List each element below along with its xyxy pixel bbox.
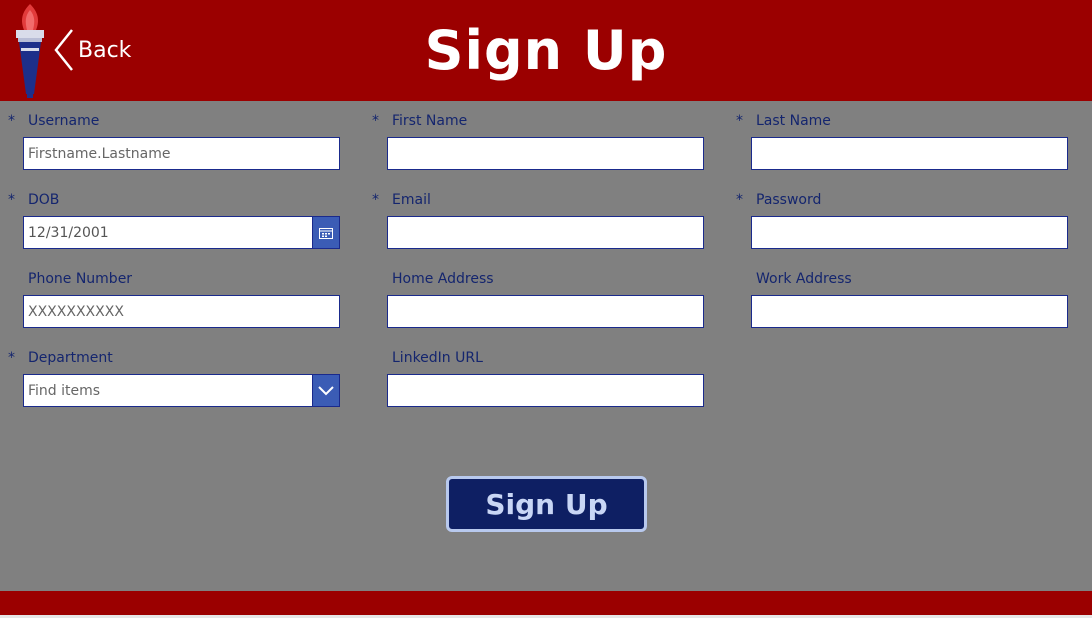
- home-address-input[interactable]: [387, 295, 704, 328]
- department-dropdown-button[interactable]: [312, 374, 340, 407]
- linkedin-label: LinkedIn URL: [392, 350, 483, 366]
- password-label: Password: [756, 192, 822, 208]
- department-combobox[interactable]: [23, 374, 314, 407]
- page-title: Sign Up: [424, 19, 668, 82]
- home-address-label: Home Address: [392, 271, 494, 287]
- username-label: Username: [28, 113, 100, 129]
- email-input[interactable]: [387, 216, 704, 249]
- calendar-icon: [319, 227, 333, 239]
- phone-label: Phone Number: [28, 271, 133, 287]
- required-marker: *: [372, 113, 379, 129]
- first-name-input[interactable]: [387, 137, 704, 170]
- footer-bar: [0, 591, 1092, 615]
- required-marker: *: [736, 192, 743, 208]
- password-input[interactable]: [751, 216, 1068, 249]
- phone-input[interactable]: [23, 295, 340, 328]
- required-marker: *: [8, 113, 15, 129]
- required-marker: *: [8, 192, 15, 208]
- chevron-down-icon: [318, 385, 334, 395]
- username-input[interactable]: [23, 137, 340, 170]
- linkedin-input[interactable]: [387, 374, 704, 407]
- dob-input[interactable]: [23, 216, 314, 249]
- header-bar: Back Sign Up: [0, 0, 1092, 101]
- last-name-label: Last Name: [756, 113, 831, 129]
- date-picker-button[interactable]: [312, 216, 340, 249]
- required-marker: *: [372, 192, 379, 208]
- required-marker: *: [736, 113, 743, 129]
- sign-up-button[interactable]: Sign Up: [446, 476, 647, 532]
- required-marker: *: [8, 350, 15, 366]
- department-label: Department: [28, 350, 113, 366]
- email-label: Email: [392, 192, 431, 208]
- last-name-input[interactable]: [751, 137, 1068, 170]
- work-address-label: Work Address: [756, 271, 852, 287]
- dob-label: DOB: [28, 192, 60, 208]
- first-name-label: First Name: [392, 113, 468, 129]
- work-address-input[interactable]: [751, 295, 1068, 328]
